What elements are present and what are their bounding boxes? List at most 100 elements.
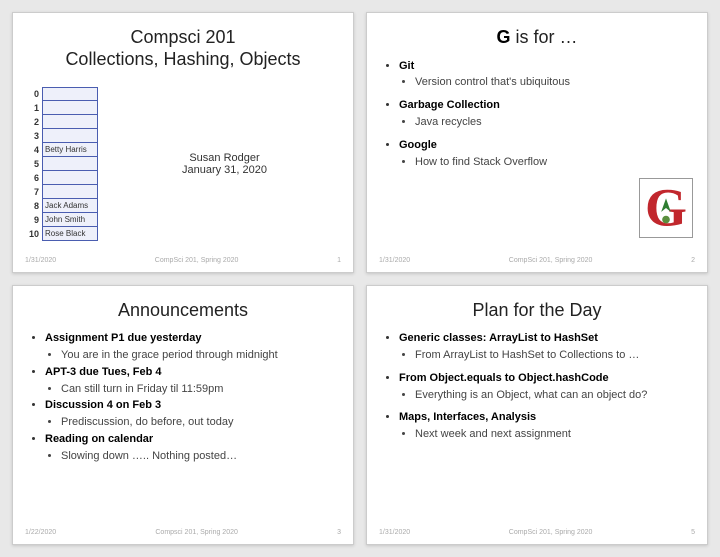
bullet-head: From Object.equals to Object.hashCode	[399, 372, 609, 384]
slide-body: Assignment P1 due yesterday You are in th…	[25, 329, 341, 523]
bullet-list: Assignment P1 due yesterday You are in th…	[25, 331, 341, 464]
sub-list: Slowing down ….. Nothing posted…	[45, 449, 341, 464]
array-index: 7	[25, 187, 39, 197]
footer-date: 1/22/2020	[25, 529, 56, 536]
array-row: 2	[25, 115, 98, 129]
sub-bullet: Prediscussion, do before, out today	[61, 415, 341, 430]
slide-2: G is for … GitVersion control that's ubi…	[366, 12, 708, 273]
array-cell	[42, 87, 98, 101]
sub-bullet: Java recycles	[415, 115, 695, 130]
slide-body: 01234Betty Harris5678Jack Adams9John Smi…	[25, 78, 341, 250]
array-cell: John Smith	[42, 213, 98, 227]
sub-list: Can still turn in Friday til 11:59pm	[45, 382, 341, 397]
array-index: 1	[25, 103, 39, 113]
slide-footer: 1/31/2020 CompSci 201, Spring 2020 1	[25, 257, 341, 264]
array-cell: Jack Adams	[42, 199, 98, 213]
array-row: 9John Smith	[25, 213, 98, 227]
slide-body: Generic classes: ArrayList to HashSet Fro…	[379, 329, 695, 523]
array-index: 3	[25, 131, 39, 141]
sub-list: Java recycles	[399, 115, 695, 130]
sub-bullet: How to find Stack Overflow	[415, 155, 695, 170]
slide-footer: 1/31/2020 CompSci 201, Spring 2020 2	[379, 257, 695, 264]
bullet-item: Garbage Collection Java recycles	[399, 98, 695, 130]
bullet-item: Reading on calendar Slowing down ….. Noth…	[45, 432, 341, 464]
array-index: 6	[25, 173, 39, 183]
slide-4: Plan for the Day Generic classes: ArrayL…	[366, 285, 708, 546]
array-cell: Rose Black	[42, 227, 98, 241]
bullet-head: Reading on calendar	[45, 433, 153, 445]
array-cell	[42, 115, 98, 129]
sub-bullet: Slowing down ….. Nothing posted…	[61, 449, 341, 464]
footer-page: 3	[337, 529, 341, 536]
footer-course: CompSci 201, Spring 2020	[155, 257, 239, 264]
bullet-item: APT-3 due Tues, Feb 4Can still turn in F…	[45, 365, 341, 397]
array-cell	[42, 185, 98, 199]
sub-list: You are in the grace period through midn…	[45, 348, 341, 363]
array-row: 3	[25, 129, 98, 143]
array-cell	[42, 129, 98, 143]
slide-title: Compsci 201 Collections, Hashing, Object…	[25, 27, 341, 70]
array-index: 8	[25, 201, 39, 211]
sub-bullet: Everything is an Object, what can an obj…	[415, 388, 695, 403]
array-index: 5	[25, 159, 39, 169]
sub-list: Version control that's ubiquitous	[399, 75, 695, 90]
hash-table-diagram: 01234Betty Harris5678Jack Adams9John Smi…	[25, 87, 98, 241]
lecture-date: January 31, 2020	[108, 164, 341, 176]
bullet-item: GoogleHow to find Stack Overflow	[399, 138, 695, 170]
bullet-item: Discussion 4 on Feb 3 Prediscussion, do b…	[45, 398, 341, 430]
array-row: 6	[25, 171, 98, 185]
footer-page: 5	[691, 529, 695, 536]
bullet-head: Assignment P1 due yesterday	[45, 332, 202, 344]
array-row: 10Rose Black	[25, 227, 98, 241]
title-prefix: G	[496, 27, 510, 47]
array-row: 8Jack Adams	[25, 199, 98, 213]
footer-date: 1/31/2020	[379, 529, 410, 536]
bullet-item: Generic classes: ArrayList to HashSet Fro…	[399, 331, 695, 363]
bullet-list: Generic classes: ArrayList to HashSet Fro…	[379, 331, 695, 442]
array-index: 0	[25, 89, 39, 99]
sub-bullet: Can still turn in Friday til 11:59pm	[61, 382, 341, 397]
sub-list: Prediscussion, do before, out today	[45, 415, 341, 430]
bullet-head: Garbage Collection	[399, 99, 500, 111]
array-cell	[42, 171, 98, 185]
slide-footer: 1/31/2020 CompSci 201, Spring 2020 5	[379, 529, 695, 536]
footer-course: Compsci 201, Spring 2020	[155, 529, 238, 536]
footer-page: 2	[691, 257, 695, 264]
slide-footer: 1/22/2020 Compsci 201, Spring 2020 3	[25, 529, 341, 536]
bullet-item: Assignment P1 due yesterday You are in th…	[45, 331, 341, 363]
array-row: 5	[25, 157, 98, 171]
author-name: Susan Rodger	[108, 152, 341, 164]
bullet-head: Discussion 4 on Feb 3	[45, 399, 161, 411]
footer-date: 1/31/2020	[25, 257, 56, 264]
footer-course: CompSci 201, Spring 2020	[509, 529, 593, 536]
bullet-head: Maps, Interfaces, Analysis	[399, 411, 536, 423]
bullet-list: GitVersion control that's ubiquitous Garb…	[379, 59, 695, 170]
slide-1: Compsci 201 Collections, Hashing, Object…	[12, 12, 354, 273]
array-index: 2	[25, 117, 39, 127]
author-block: Susan Rodger January 31, 2020	[108, 152, 341, 176]
array-cell	[42, 101, 98, 115]
array-index: 9	[25, 215, 39, 225]
bullet-head: Git	[399, 60, 414, 72]
sub-list: How to find Stack Overflow	[399, 155, 695, 170]
array-cell	[42, 157, 98, 171]
bullet-item: GitVersion control that's ubiquitous	[399, 59, 695, 91]
footer-course: CompSci 201, Spring 2020	[509, 257, 593, 264]
array-row: 4Betty Harris	[25, 143, 98, 157]
bullet-head: Generic classes: ArrayList to HashSet	[399, 332, 598, 344]
array-index: 4	[25, 145, 39, 155]
array-cell: Betty Harris	[42, 143, 98, 157]
sub-bullet: Version control that's ubiquitous	[415, 75, 695, 90]
slide-3: Announcements Assignment P1 due yesterda…	[12, 285, 354, 546]
footer-date: 1/31/2020	[379, 257, 410, 264]
slide-title: Plan for the Day	[379, 300, 695, 322]
slide-title: G is for …	[379, 27, 695, 49]
footer-page: 1	[337, 257, 341, 264]
bullet-item: Maps, Interfaces, Analysis Next week and …	[399, 410, 695, 442]
sub-bullet: Next week and next assignment	[415, 427, 695, 442]
sub-list: From ArrayList to HashSet to Collections…	[399, 348, 695, 363]
sub-bullet: From ArrayList to HashSet to Collections…	[415, 348, 695, 363]
array-row: 0	[25, 87, 98, 101]
title-suffix: is for …	[511, 27, 578, 47]
slide-title: Announcements	[25, 300, 341, 322]
